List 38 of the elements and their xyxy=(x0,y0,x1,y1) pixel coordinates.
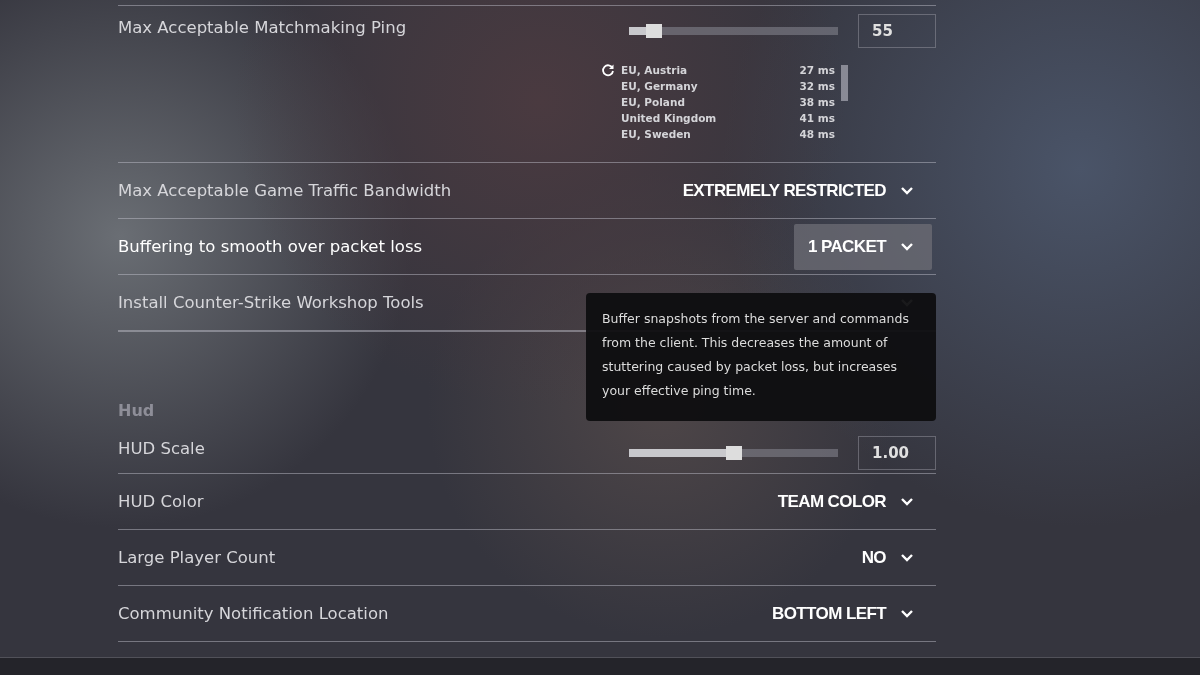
dropdown[interactable]: EXTREMELY RESTRICTED xyxy=(668,167,932,214)
server-name: United Kingdom xyxy=(621,111,718,126)
setting-label: Buffering to smooth over packet loss xyxy=(118,237,423,256)
server-ping: 27 ms xyxy=(799,63,835,78)
setting-label: Max Acceptable Matchmaking Ping xyxy=(118,18,407,37)
setting-label: Max Acceptable Game Traffic Bandwidth xyxy=(118,181,452,200)
refresh-icon[interactable] xyxy=(601,63,615,77)
dropdown[interactable]: 1 PACKET xyxy=(794,223,932,270)
server-ping: 41 ms xyxy=(799,111,835,126)
slider[interactable] xyxy=(629,448,838,457)
section-heading: Hud xyxy=(118,401,155,420)
chevron-down-icon xyxy=(900,241,914,252)
chevron-down-icon xyxy=(900,185,914,196)
setting-label: HUD Scale xyxy=(118,439,205,458)
scrollbar[interactable] xyxy=(841,65,848,101)
setting-label: Large Player Count xyxy=(118,548,276,567)
server-ping: 48 ms xyxy=(799,127,835,142)
server-name: EU, Austria xyxy=(621,63,689,78)
setting-label: Install Counter-Strike Workshop Tools xyxy=(118,293,424,312)
slider[interactable] xyxy=(629,27,838,35)
setting-label: Community Notification Location xyxy=(118,604,389,623)
chevron-down-icon xyxy=(900,496,914,507)
value-field[interactable]: 55 xyxy=(858,14,936,48)
slider-thumb[interactable] xyxy=(646,24,663,38)
setting-label: HUD Color xyxy=(118,492,204,511)
server-ping: 32 ms xyxy=(799,79,835,94)
value-field[interactable]: 1.00 xyxy=(858,435,936,470)
dropdown[interactable]: NO xyxy=(847,534,932,581)
server-name: EU, Sweden xyxy=(621,127,692,142)
slider-thumb[interactable] xyxy=(725,445,742,460)
server-ping: 38 ms xyxy=(799,95,835,110)
chevron-down-icon xyxy=(900,608,914,619)
server-name: EU, Poland xyxy=(621,95,686,110)
server-name: EU, Germany xyxy=(621,79,699,94)
chevron-down-icon xyxy=(900,552,914,563)
dropdown[interactable]: TEAM COLOR xyxy=(763,478,932,525)
tooltip: Buffer snapshots from the server and commands from the client. This decreases the amount of stuttering caused by packet loss, but increases your effective ping time. xyxy=(586,293,936,421)
dropdown[interactable]: BOTTOM LEFT xyxy=(758,590,932,637)
